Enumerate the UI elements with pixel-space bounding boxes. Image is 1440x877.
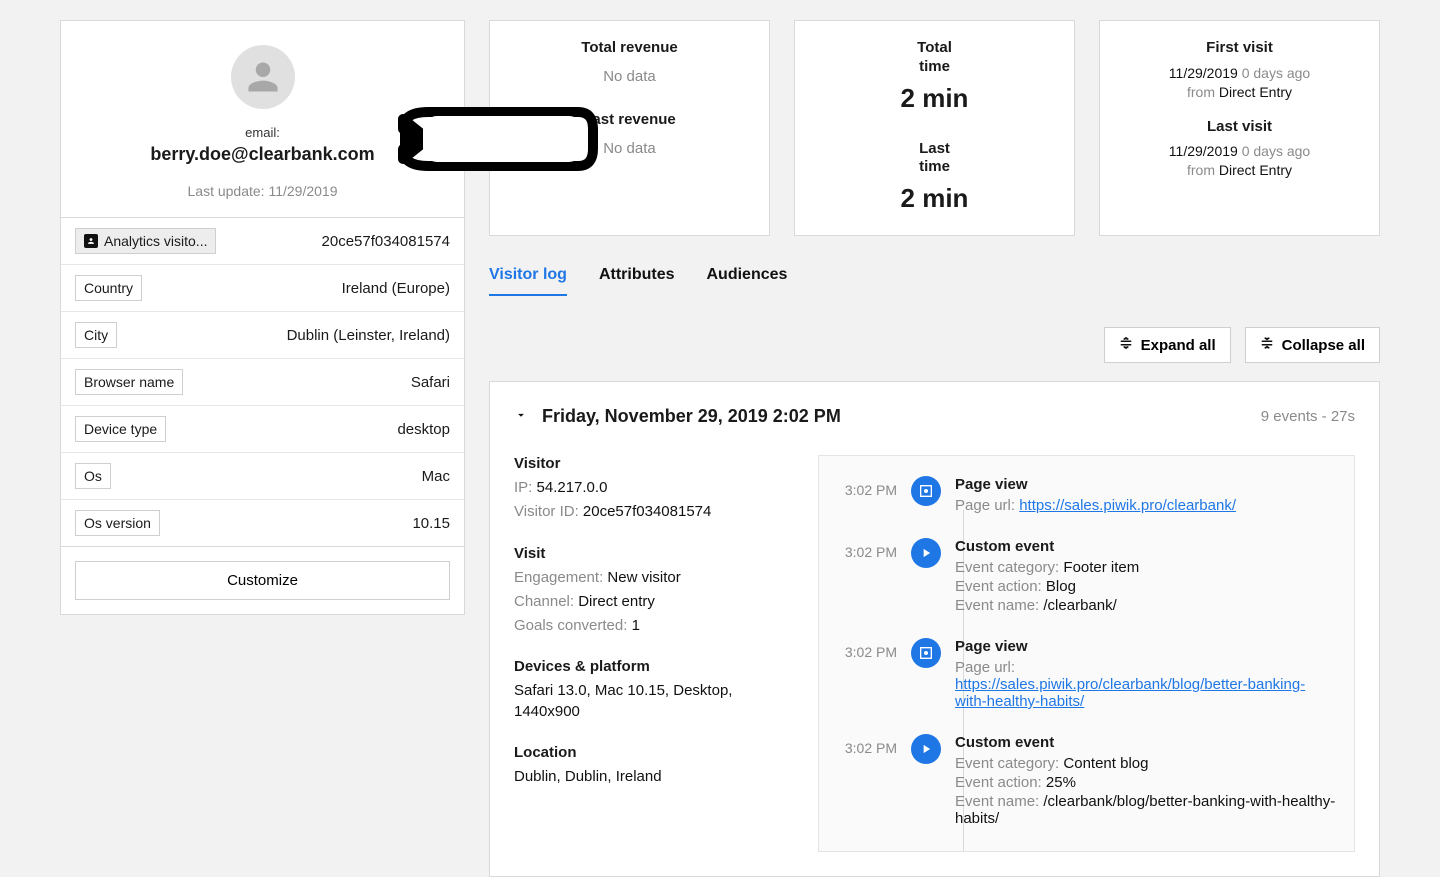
attribute-row: Country Ireland (Europe) bbox=[61, 265, 464, 312]
attribute-value: Ireland (Europe) bbox=[342, 280, 450, 297]
attribute-row: Os Mac bbox=[61, 453, 464, 500]
page-view-icon bbox=[911, 638, 941, 668]
attribute-key: City bbox=[75, 322, 117, 348]
expand-icon bbox=[1119, 336, 1133, 354]
stat-value: No data bbox=[514, 68, 745, 85]
customize-button[interactable]: Customize bbox=[75, 561, 450, 600]
visit-heading: Visit bbox=[514, 545, 794, 562]
event-row: 3:02 PM Page view Page url: https://sale… bbox=[837, 638, 1336, 712]
stat-value: 2 min bbox=[819, 83, 1050, 114]
visitor-heading: Visitor bbox=[514, 455, 794, 472]
custom-event-icon bbox=[911, 538, 941, 568]
devices-heading: Devices & platform bbox=[514, 658, 794, 675]
id-badge-icon bbox=[84, 234, 98, 248]
event-url-link[interactable]: https://sales.piwik.pro/clearbank/ bbox=[1019, 497, 1236, 514]
attribute-key: Os bbox=[75, 463, 111, 489]
attribute-value: Safari bbox=[411, 374, 450, 391]
collapse-all-button[interactable]: Collapse all bbox=[1245, 327, 1380, 363]
attribute-key: Country bbox=[75, 275, 142, 301]
event-time: 3:02 PM bbox=[837, 734, 897, 756]
event-title: Page view bbox=[955, 638, 1336, 655]
stat-card-time: Total time 2 min Last time 2 min bbox=[794, 20, 1075, 236]
attribute-value: 20ce57f034081574 bbox=[322, 233, 450, 250]
first-visit-detail: 11/29/2019 0 days ago from Direct Entry bbox=[1124, 64, 1355, 102]
stat-card-visits: First visit 11/29/2019 0 days ago from D… bbox=[1099, 20, 1380, 236]
attribute-value: 10.15 bbox=[412, 515, 450, 532]
attribute-row: Analytics visito... 20ce57f034081574 bbox=[61, 218, 464, 265]
attribute-list: Analytics visito... 20ce57f034081574 Count… bbox=[60, 218, 465, 547]
attribute-key: Device type bbox=[75, 416, 166, 442]
custom-event-icon bbox=[911, 734, 941, 764]
attribute-value: Dublin (Leinster, Ireland) bbox=[287, 327, 450, 344]
location-heading: Location bbox=[514, 744, 794, 761]
tab-visitor-log[interactable]: Visitor log bbox=[489, 266, 567, 296]
stat-title: Last visit bbox=[1124, 118, 1355, 137]
stat-title: Total revenue bbox=[580, 39, 680, 58]
stat-title: Total time bbox=[905, 39, 965, 77]
tab-attributes[interactable]: Attributes bbox=[599, 266, 675, 296]
attribute-row: Os version 10.15 bbox=[61, 500, 464, 546]
stat-value: No data bbox=[514, 140, 745, 157]
event-timeline: 3:02 PM Page view Page url: https://sale… bbox=[818, 455, 1355, 852]
event-title: Page view bbox=[955, 476, 1336, 493]
profile-card: email: berry.doe@clearbank.com Last upda… bbox=[60, 20, 465, 218]
attribute-row: Browser name Safari bbox=[61, 359, 464, 406]
stat-card-revenue: Total revenue No data Last revenue No da… bbox=[489, 20, 770, 236]
tab-bar: Visitor log Attributes Audiences bbox=[489, 266, 1380, 297]
session-meta: 9 events - 27s bbox=[1261, 408, 1355, 425]
stat-title: First visit bbox=[1124, 39, 1355, 58]
attribute-value: Mac bbox=[422, 468, 450, 485]
attribute-value: desktop bbox=[397, 421, 450, 438]
event-title: Custom event bbox=[955, 734, 1336, 751]
session-toggle[interactable]: Friday, November 29, 2019 2:02 PM bbox=[514, 406, 841, 427]
attribute-key: Browser name bbox=[75, 369, 183, 395]
last-visit-detail: 11/29/2019 0 days ago from Direct Entry bbox=[1124, 142, 1355, 180]
email-value: berry.doe@clearbank.com bbox=[150, 144, 374, 165]
session-card: Friday, November 29, 2019 2:02 PM 9 even… bbox=[489, 381, 1380, 877]
avatar bbox=[231, 45, 295, 109]
event-title: Custom event bbox=[955, 538, 1336, 555]
page-view-icon bbox=[911, 476, 941, 506]
tab-audiences[interactable]: Audiences bbox=[707, 266, 788, 296]
attribute-row: Device type desktop bbox=[61, 406, 464, 453]
collapse-icon bbox=[1260, 336, 1274, 354]
session-date: Friday, November 29, 2019 2:02 PM bbox=[542, 406, 841, 427]
last-update: Last update: 11/29/2019 bbox=[188, 183, 338, 199]
event-time: 3:02 PM bbox=[837, 638, 897, 660]
stat-title: Last revenue bbox=[580, 111, 680, 130]
event-url-link[interactable]: https://sales.piwik.pro/clearbank/blog/b… bbox=[955, 676, 1305, 710]
email-label: email: bbox=[245, 125, 280, 140]
chevron-down-icon bbox=[514, 406, 528, 427]
event-row: 3:02 PM Page view Page url: https://sale… bbox=[837, 476, 1336, 516]
stat-value: 2 min bbox=[819, 183, 1050, 214]
event-time: 3:02 PM bbox=[837, 538, 897, 560]
stat-title: Last time bbox=[905, 140, 965, 178]
attribute-key: Os version bbox=[75, 510, 160, 536]
event-time: 3:02 PM bbox=[837, 476, 897, 498]
expand-all-button[interactable]: Expand all bbox=[1104, 327, 1231, 363]
event-row: 3:02 PM Custom event Event category: Con… bbox=[837, 734, 1336, 829]
attribute-row: City Dublin (Leinster, Ireland) bbox=[61, 312, 464, 359]
attribute-key: Analytics visito... bbox=[75, 228, 216, 254]
event-row: 3:02 PM Custom event Event category: Foo… bbox=[837, 538, 1336, 616]
